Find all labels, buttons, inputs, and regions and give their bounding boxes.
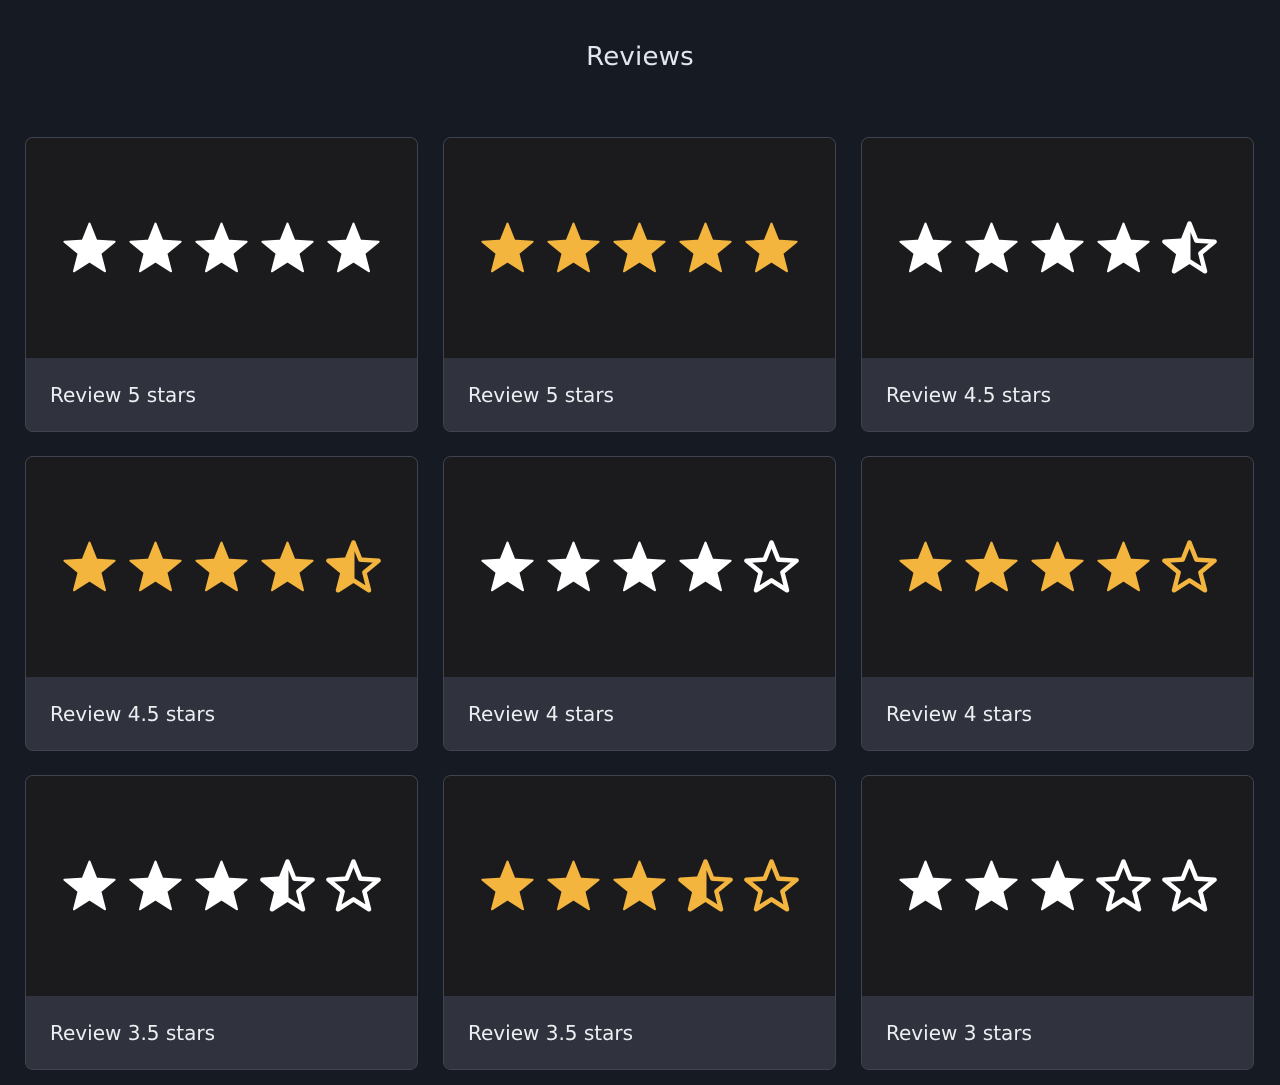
page-title: Reviews: [586, 42, 694, 72]
star-empty-icon: [744, 539, 799, 593]
star-rating: [61, 539, 382, 595]
star-filled-icon: [547, 222, 600, 272]
star-rating: [897, 858, 1218, 914]
star-empty-icon: [1162, 539, 1217, 593]
star-half-icon: [678, 858, 733, 912]
star-filled-icon: [965, 860, 1018, 910]
star-filled-icon: [899, 222, 952, 272]
review-card-media: [26, 138, 417, 358]
reviews-grid: Review 5 stars Review 5 stars Review 4.5…: [25, 137, 1254, 1070]
star-filled-icon: [129, 860, 182, 910]
star-filled-icon: [745, 222, 798, 272]
review-card[interactable]: Review 5 stars: [25, 137, 418, 432]
star-filled-icon: [481, 222, 534, 272]
star-filled-icon: [261, 541, 314, 591]
review-card-media: [444, 138, 835, 358]
reviews-page: Reviews Review 5 stars Review 5 stars Re…: [0, 0, 1280, 1085]
review-card-caption: Review 4 stars: [862, 677, 1253, 750]
star-empty-icon: [744, 858, 799, 912]
star-filled-icon: [481, 860, 534, 910]
review-card-media: [862, 138, 1253, 358]
review-card[interactable]: Review 5 stars: [443, 137, 836, 432]
star-filled-icon: [1031, 541, 1084, 591]
star-rating: [897, 539, 1218, 595]
review-card-caption: Review 5 stars: [26, 358, 417, 431]
star-filled-icon: [63, 860, 116, 910]
review-card-caption: Review 5 stars: [444, 358, 835, 431]
star-filled-icon: [195, 222, 248, 272]
star-filled-icon: [965, 222, 1018, 272]
review-card-media: [444, 776, 835, 996]
review-card-caption: Review 4.5 stars: [862, 358, 1253, 431]
star-rating: [479, 221, 800, 276]
star-filled-icon: [129, 541, 182, 591]
star-half-icon: [1162, 220, 1217, 274]
star-filled-icon: [679, 541, 732, 591]
star-rating: [897, 220, 1218, 276]
review-card-media: [862, 776, 1253, 996]
star-half-icon: [260, 858, 315, 912]
review-card-caption: Review 3.5 stars: [26, 996, 417, 1069]
star-rating: [479, 858, 800, 914]
review-card-media: [862, 457, 1253, 677]
star-filled-icon: [1031, 222, 1084, 272]
star-empty-icon: [326, 858, 381, 912]
star-rating: [479, 539, 800, 595]
review-card-media: [26, 457, 417, 677]
review-card[interactable]: Review 3.5 stars: [443, 775, 836, 1070]
star-filled-icon: [965, 541, 1018, 591]
star-filled-icon: [195, 541, 248, 591]
star-filled-icon: [1031, 860, 1084, 910]
star-filled-icon: [613, 222, 666, 272]
review-card-caption: Review 4.5 stars: [26, 677, 417, 750]
star-filled-icon: [195, 860, 248, 910]
star-filled-icon: [1097, 541, 1150, 591]
review-card-caption: Review 3.5 stars: [444, 996, 835, 1069]
review-card-media: [444, 457, 835, 677]
review-card[interactable]: Review 4.5 stars: [861, 137, 1254, 432]
star-filled-icon: [547, 541, 600, 591]
star-filled-icon: [613, 541, 666, 591]
review-card[interactable]: Review 3.5 stars: [25, 775, 418, 1070]
star-half-icon: [326, 539, 381, 593]
review-card-caption: Review 4 stars: [444, 677, 835, 750]
star-filled-icon: [899, 860, 952, 910]
review-card-media: [26, 776, 417, 996]
review-card[interactable]: Review 3 stars: [861, 775, 1254, 1070]
star-filled-icon: [679, 222, 732, 272]
star-filled-icon: [327, 222, 380, 272]
star-empty-icon: [1162, 858, 1217, 912]
star-rating: [61, 221, 382, 276]
star-filled-icon: [261, 222, 314, 272]
star-filled-icon: [129, 222, 182, 272]
review-card[interactable]: Review 4 stars: [443, 456, 836, 751]
star-filled-icon: [63, 541, 116, 591]
review-card[interactable]: Review 4.5 stars: [25, 456, 418, 751]
star-filled-icon: [899, 541, 952, 591]
review-card-caption: Review 3 stars: [862, 996, 1253, 1069]
star-filled-icon: [63, 222, 116, 272]
review-card[interactable]: Review 4 stars: [861, 456, 1254, 751]
star-empty-icon: [1096, 858, 1151, 912]
star-rating: [61, 858, 382, 914]
star-filled-icon: [1097, 222, 1150, 272]
star-filled-icon: [481, 541, 534, 591]
star-filled-icon: [547, 860, 600, 910]
star-filled-icon: [613, 860, 666, 910]
